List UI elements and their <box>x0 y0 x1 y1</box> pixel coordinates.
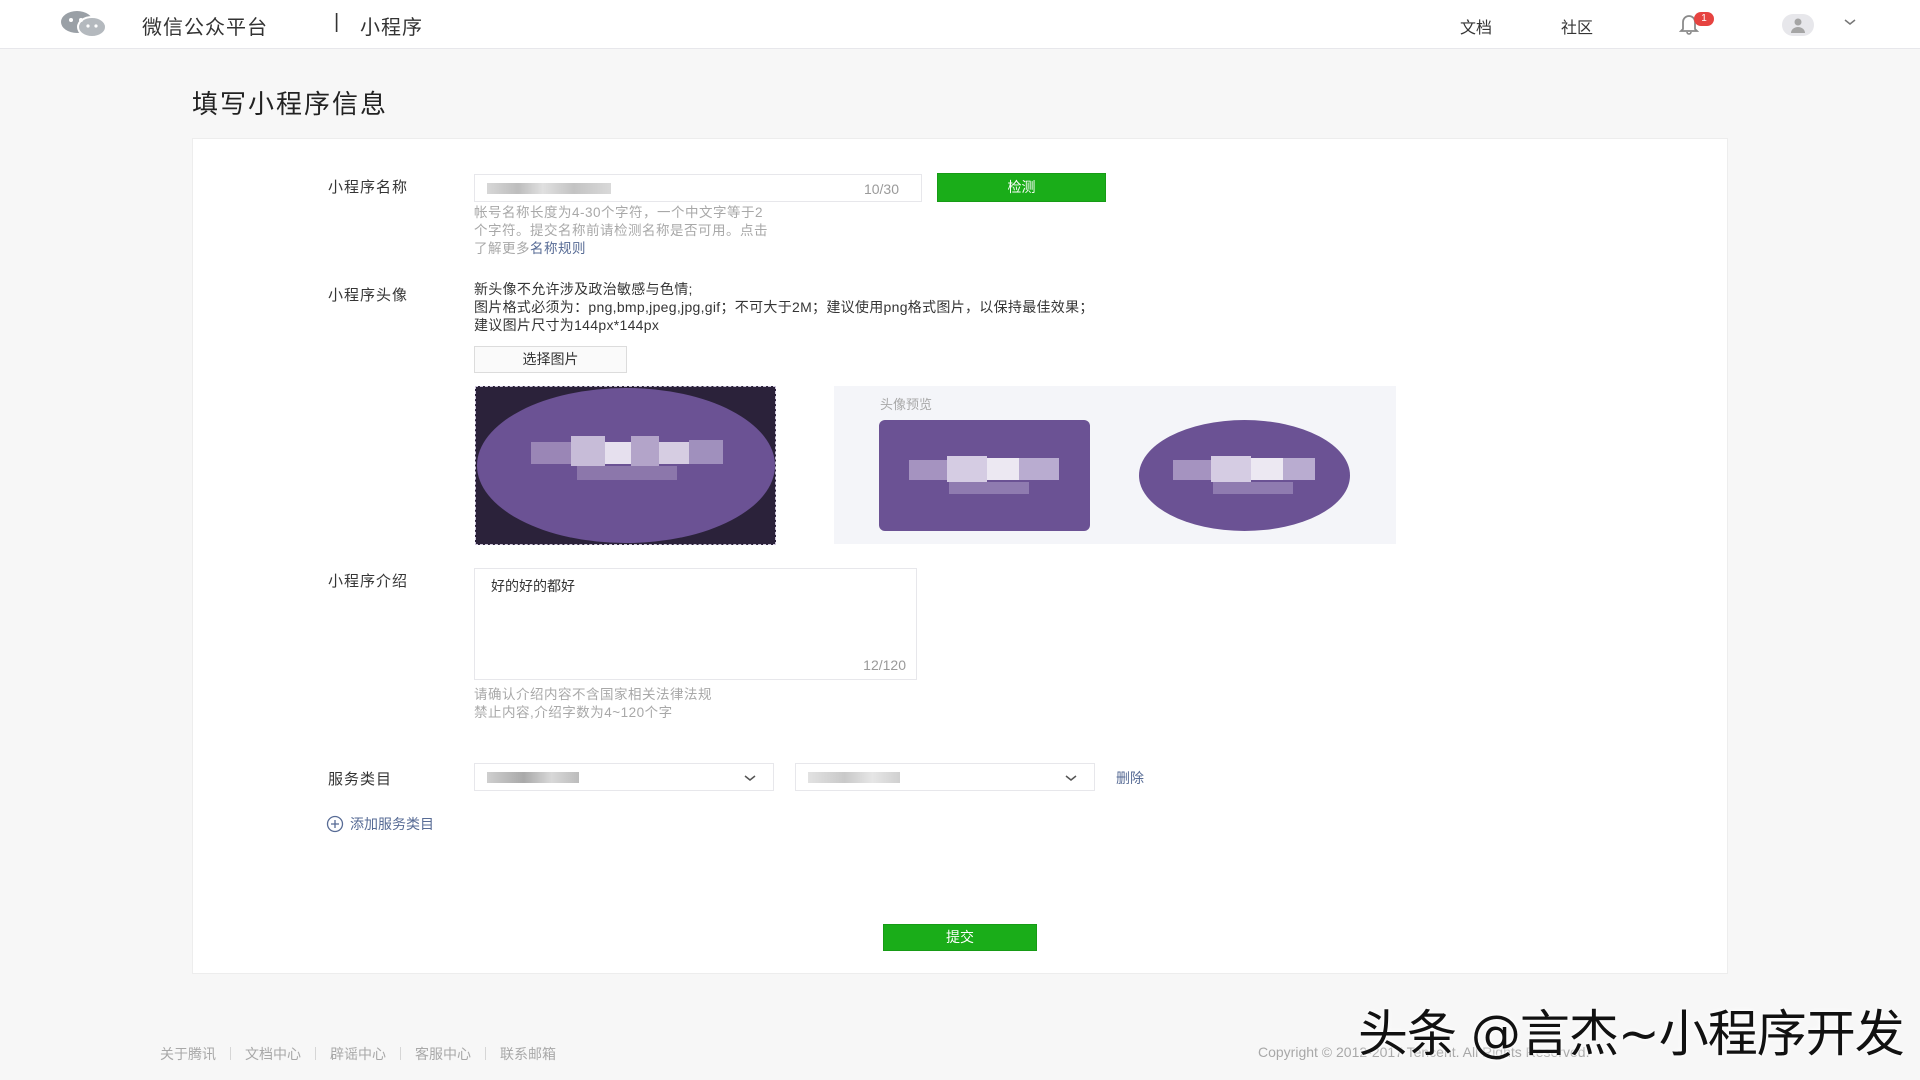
intro-label: 小程序介绍 <box>328 573 409 590</box>
avatar-preview-circle <box>1139 420 1350 531</box>
top-bar: 微信公众平台 | 小程序 文档 社区 1 <box>0 0 1920 49</box>
user-icon <box>1791 18 1805 33</box>
name-hint-line: 帐号名称长度为4-30个字符，一个中文字等于2 <box>474 205 764 220</box>
intro-hint-line: 禁止内容,介绍字数为4~120个字 <box>474 705 673 720</box>
secondary-category-value-blurred <box>808 772 900 783</box>
avatar-rules: 新头像不允许涉及政治敏感与色情; 图片格式必须为：png,bmp,jpeg,jp… <box>474 280 1094 334</box>
notification-badge: 1 <box>1694 12 1714 26</box>
crop-selection-frame[interactable] <box>475 386 776 545</box>
footer-link[interactable]: 联系邮箱 <box>500 1046 556 1062</box>
page-title: 填写小程序信息 <box>192 89 389 119</box>
avatar-label: 小程序头像 <box>328 287 409 304</box>
name-label: 小程序名称 <box>328 179 409 196</box>
name-char-count: 10/30 <box>863 181 899 197</box>
submit-button[interactable]: 提交 <box>883 924 1037 951</box>
intro-value: 好的好的都好 <box>491 578 575 594</box>
footer-link[interactable]: 文档中心 <box>245 1046 301 1062</box>
delete-category-link[interactable]: 删除 <box>1116 768 1144 788</box>
nav-community-link[interactable]: 社区 <box>1561 14 1593 38</box>
avatar-preview-label: 头像预览 <box>880 397 933 412</box>
add-category-link[interactable]: 添加服务类目 <box>326 814 434 834</box>
avatar-crop-area[interactable] <box>475 386 776 545</box>
name-input[interactable]: 10/30 <box>474 174 922 202</box>
intro-textarea[interactable]: 好的好的都好 12/120 <box>474 568 917 680</box>
check-name-button[interactable]: 检测 <box>937 173 1106 202</box>
footer-links: 关于腾讯 文档中心 辟谣中心 客服中心 联系邮箱 <box>160 1044 556 1064</box>
avatar-rule-line: 图片格式必须为：png,bmp,jpeg,jpg,gif；不可大于2M；建议使用… <box>474 299 1094 315</box>
add-category-label: 添加服务类目 <box>350 816 434 832</box>
category-label: 服务类目 <box>328 771 393 788</box>
wechat-logo-icon[interactable] <box>58 10 110 38</box>
footer-link[interactable]: 客服中心 <box>415 1046 471 1062</box>
intro-hint: 请确认介绍内容不含国家相关法律法规 禁止内容,介绍字数为4~120个字 <box>474 686 712 722</box>
intro-char-count: 12/120 <box>863 657 906 673</box>
add-circle-icon <box>326 815 344 833</box>
intro-hint-line: 请确认介绍内容不含国家相关法律法规 <box>474 687 712 702</box>
primary-category-select[interactable] <box>474 763 774 791</box>
avatar-preview-square <box>879 420 1090 531</box>
footer-link[interactable]: 关于腾讯 <box>160 1046 216 1062</box>
watermark: 头条 @言杰~小程序开发 <box>1358 1005 1905 1063</box>
form-card <box>192 138 1728 974</box>
brand-subtitle[interactable]: 小程序 <box>360 11 423 40</box>
user-avatar[interactable] <box>1782 14 1814 36</box>
secondary-category-select[interactable] <box>795 763 1095 791</box>
name-hint: 帐号名称长度为4-30个字符，一个中文字等于2 个字符。提交名称前请检测名称是否… <box>474 204 768 258</box>
chevron-down-icon[interactable] <box>1843 17 1857 27</box>
brand-title[interactable]: 微信公众平台 <box>142 11 268 40</box>
avatar-rule-line: 新头像不允许涉及政治敏感与色情; <box>474 281 693 297</box>
avatar-rule-line: 建议图片尺寸为144px*144px <box>474 317 660 333</box>
chevron-down-icon <box>1065 775 1077 781</box>
name-rules-link[interactable]: 名称规则 <box>530 241 586 256</box>
brand-separator: | <box>334 11 340 33</box>
chevron-down-icon <box>744 775 756 781</box>
nav-docs-link[interactable]: 文档 <box>1460 14 1492 38</box>
select-image-button[interactable]: 选择图片 <box>474 346 627 373</box>
name-value-blurred <box>487 183 611 194</box>
footer-link[interactable]: 辟谣中心 <box>330 1046 386 1062</box>
name-hint-prefix: 了解更多 <box>474 241 530 256</box>
avatar-preview-area: 头像预览 <box>834 386 1396 544</box>
primary-category-value-blurred <box>487 772 579 783</box>
name-hint-line: 个字符。提交名称前请检测名称是否可用。点击 <box>474 223 768 238</box>
